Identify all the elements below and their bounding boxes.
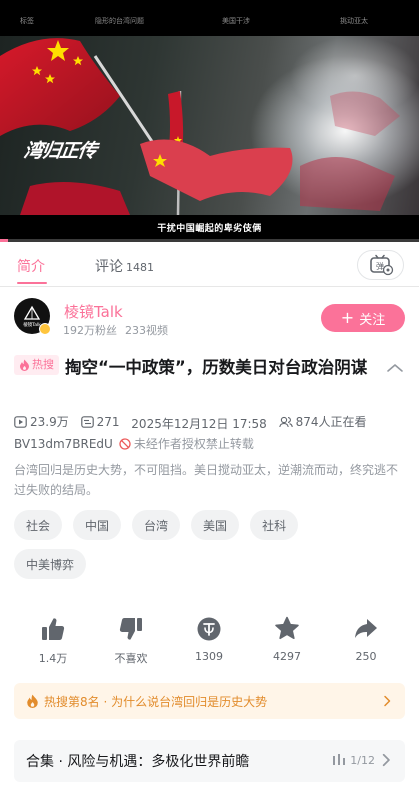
player-top-bar: 标签 隐形的台湾问题 美国干涉 挑动亚太 bbox=[0, 0, 419, 36]
video-meta-row: 23.9万 271 2025年12月12日 17:58 874人正在看 bbox=[14, 413, 414, 432]
flame-icon bbox=[20, 359, 29, 371]
active-tab-indicator bbox=[17, 282, 47, 284]
detail-tabs: 简介 评论 1481 弹 bbox=[0, 242, 419, 287]
bvid[interactable]: BV13dm7BREdU bbox=[14, 437, 113, 451]
tag-chip[interactable]: 中美博弈 bbox=[14, 549, 87, 579]
video-meta-row-2: BV13dm7BREdU 未经作者授权禁止转载 bbox=[14, 435, 254, 452]
playback-progress-fill bbox=[0, 239, 9, 242]
uploader-name[interactable]: 棱镜Talk bbox=[64, 301, 123, 322]
chevron-up-icon[interactable] bbox=[386, 362, 404, 374]
uploader-avatar[interactable]: 棱镜Talk bbox=[14, 298, 51, 335]
uploader-stats: 192万粉丝 233视频 bbox=[63, 322, 168, 338]
tag-chip[interactable]: 美国 bbox=[191, 510, 240, 540]
tag-row: 社会 中国 台湾 美国 社科 bbox=[14, 510, 414, 540]
collection-progress: 1/12 bbox=[332, 753, 395, 767]
share-count: 250 bbox=[355, 650, 377, 663]
tab-comments-label: 评论 bbox=[95, 259, 123, 275]
follow-label: 关注 bbox=[359, 312, 386, 328]
hot-tag-label: 热搜 bbox=[32, 358, 54, 371]
verified-badge-icon bbox=[39, 323, 51, 335]
playback-progress-bar[interactable] bbox=[0, 239, 419, 242]
watching-count: 874人正在看 bbox=[295, 415, 367, 429]
tab-comments[interactable]: 评论 1481 bbox=[95, 256, 154, 276]
video-player[interactable]: 标签 隐形的台湾问题 美国干涉 挑动亚太 湾归正传 干扰中国崛起的卑劣伎俩 bbox=[0, 0, 419, 242]
dislike-label: 不喜欢 bbox=[114, 652, 148, 665]
thumbs-up-icon bbox=[42, 618, 65, 640]
coin-count: 1309 bbox=[195, 650, 223, 663]
publish-date: 2025年12月12日 17:58 bbox=[131, 416, 267, 431]
collection-card[interactable]: 合集 · 风险与机遇：多极化世界前瞻 1/12 bbox=[14, 740, 405, 782]
like-button[interactable]: 1.4万 bbox=[23, 614, 83, 666]
play-count-icon bbox=[14, 415, 27, 428]
video-title: 掏空“一中政策”，历数美日对台政治阴谋 bbox=[65, 358, 368, 377]
danmaku-toggle-button[interactable]: 弹 bbox=[357, 250, 404, 280]
people-icon bbox=[278, 416, 293, 427]
bars-icon bbox=[333, 754, 346, 765]
svg-text:弹: 弹 bbox=[376, 261, 384, 271]
chevron-right-icon bbox=[384, 695, 391, 707]
uploader-videos: 233视频 bbox=[125, 324, 168, 337]
video-title-block: 热搜 掏空“一中政策”，历数美日对台政治阴谋 bbox=[14, 355, 374, 380]
collection-name: 合集 · 风险与机遇：多极化世界前瞻 bbox=[26, 754, 250, 770]
favorite-count: 4297 bbox=[273, 650, 301, 663]
danmaku-count-icon bbox=[80, 415, 94, 428]
danmaku-stat: 271 bbox=[80, 414, 120, 429]
danmaku-count: 271 bbox=[96, 414, 120, 429]
views-count: 23.9万 bbox=[30, 415, 69, 429]
thumbs-down-icon bbox=[119, 618, 142, 640]
like-count: 1.4万 bbox=[38, 652, 68, 665]
channel-logo-text: 湾归正传 bbox=[22, 140, 98, 162]
plus-icon: + bbox=[340, 308, 355, 327]
hot-search-banner[interactable]: 热搜第8名 · 为什么说台湾回归是历史大势 bbox=[14, 683, 405, 719]
follow-button[interactable]: + 关注 bbox=[321, 304, 405, 332]
coin-button[interactable]: 1309 bbox=[179, 614, 239, 663]
views-stat: 23.9万 bbox=[14, 413, 69, 430]
chevron-right-icon bbox=[382, 753, 390, 767]
uploader-fans: 192万粉丝 bbox=[63, 324, 117, 337]
subtitle-band: 干扰中国崛起的卑劣伎俩 bbox=[0, 215, 419, 239]
hot-tag[interactable]: 热搜 bbox=[14, 355, 59, 375]
tab-intro[interactable]: 简介 bbox=[17, 256, 45, 276]
star-icon bbox=[275, 616, 299, 640]
no-repost-icon bbox=[119, 437, 131, 450]
coin-icon bbox=[197, 617, 221, 641]
favorite-button[interactable]: 4297 bbox=[257, 614, 317, 663]
player-top-label: 隐形的台湾问题 bbox=[95, 17, 144, 25]
player-top-label: 标签 bbox=[20, 17, 34, 25]
tag-chip[interactable]: 中国 bbox=[73, 510, 122, 540]
action-bar: 1.4万 不喜欢 1309 4297 250 bbox=[0, 614, 419, 666]
player-top-label: 挑动亚太 bbox=[340, 17, 368, 25]
tag-chip[interactable]: 台湾 bbox=[132, 510, 181, 540]
danmaku-toggle-icon: 弹 bbox=[369, 254, 393, 276]
comments-count: 1481 bbox=[126, 261, 154, 274]
tag-chip[interactable]: 社科 bbox=[250, 510, 299, 540]
dislike-button[interactable]: 不喜欢 bbox=[101, 614, 161, 666]
collection-index: 1/12 bbox=[350, 753, 375, 767]
flags-scene bbox=[0, 38, 400, 215]
copyright-text: 未经作者授权禁止转载 bbox=[133, 437, 254, 451]
tag-chip[interactable]: 社会 bbox=[14, 510, 63, 540]
video-frame bbox=[0, 36, 419, 215]
share-button[interactable]: 250 bbox=[336, 614, 396, 663]
flame-icon bbox=[27, 694, 38, 708]
player-top-label: 美国干涉 bbox=[222, 17, 250, 25]
tag-row: 中美博弈 bbox=[14, 549, 414, 579]
watching-stat: 874人正在看 bbox=[278, 413, 367, 430]
hot-search-text: 热搜第8名 · 为什么说台湾回归是历史大势 bbox=[44, 694, 268, 709]
video-description: 台湾回归是历史大势，不可阻挡。美日搅动亚太，逆潮流而动，终究逃不过失败的结局。 bbox=[14, 463, 399, 497]
share-icon bbox=[355, 619, 377, 638]
copyright-notice: 未经作者授权禁止转载 bbox=[119, 435, 254, 452]
video-subtitle: 干扰中国崛起的卑劣伎俩 bbox=[157, 223, 262, 234]
